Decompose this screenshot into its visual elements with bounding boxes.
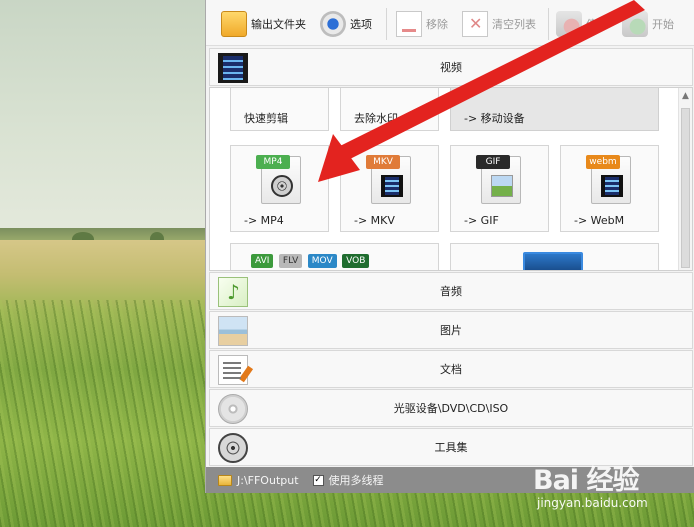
category-image-label: 图片 xyxy=(440,324,462,337)
category-disc-label: 光驱设备\DVD\CD\ISO xyxy=(393,402,509,415)
tile-remove-watermark[interactable]: 去除水印 xyxy=(340,88,439,131)
tile-remove-watermark-label: 去除水印 xyxy=(354,112,398,125)
category-tools-label: 工具集 xyxy=(434,441,468,454)
tile-multi-format[interactable]: AVI FLV MOV VOB xyxy=(230,243,439,270)
folder-icon xyxy=(221,11,247,37)
options-button[interactable]: 选项 xyxy=(320,9,372,39)
image-icon xyxy=(491,175,513,197)
format-factory-window: 输出文件夹 选项 移除 清空列表 停止 开始 视频 xyxy=(205,0,694,493)
mp4-badge: MP4 xyxy=(256,155,290,169)
start-button[interactable]: 开始 xyxy=(622,9,674,39)
toolbar-separator xyxy=(548,8,549,40)
category-document[interactable]: 文档 xyxy=(209,350,693,388)
tile-quick-clip[interactable]: 快速剪辑 xyxy=(230,88,329,131)
output-folder-icon[interactable] xyxy=(218,474,232,486)
monitor-icon xyxy=(523,252,583,270)
toolbar: 输出文件夹 选项 移除 清空列表 停止 开始 xyxy=(206,0,694,46)
film-icon xyxy=(218,53,248,83)
remove-button[interactable]: 移除 xyxy=(396,9,448,39)
category-audio-label: 音频 xyxy=(440,285,462,298)
watermark-url: jingyan.baidu.com xyxy=(537,496,648,510)
options-label: 选项 xyxy=(350,18,372,31)
tile-webm-label: -> WebM xyxy=(574,214,625,227)
baidu-jingyan-watermark: Bai 经验 jingyan.baidu.com xyxy=(533,458,693,518)
output-folder-button[interactable]: 输出文件夹 xyxy=(221,9,306,39)
clear-list-label: 清空列表 xyxy=(492,18,536,31)
clear-list-icon xyxy=(462,11,488,37)
stop-icon xyxy=(556,11,582,37)
remove-label: 移除 xyxy=(426,18,448,31)
tile-mobile-device-label: -> 移动设备 xyxy=(464,112,525,125)
mkv-file-icon: MKV xyxy=(366,155,411,204)
webm-file-icon: webm xyxy=(586,155,631,204)
tile-mp4-label: -> MP4 xyxy=(244,214,284,227)
tile-screen-record[interactable] xyxy=(450,243,659,270)
tile-gif-label: -> GIF xyxy=(464,214,499,227)
film-reel-icon xyxy=(218,433,248,463)
tile-mp4[interactable]: MP4 -> MP4 xyxy=(230,145,329,232)
output-path[interactable]: J:\FFOutput xyxy=(237,474,299,487)
flv-badge: FLV xyxy=(278,254,303,268)
disc-icon xyxy=(218,394,248,424)
scroll-thumb[interactable] xyxy=(681,108,690,268)
music-note-icon xyxy=(218,277,248,307)
category-audio[interactable]: 音频 xyxy=(209,272,693,310)
film-icon xyxy=(381,175,403,197)
toolbar-separator xyxy=(386,8,387,40)
category-video-label: 视频 xyxy=(440,61,462,74)
category-document-label: 文档 xyxy=(440,363,462,376)
stop-label: 停止 xyxy=(586,18,608,31)
format-badges: AVI FLV MOV VOB xyxy=(251,254,371,270)
webm-badge: webm xyxy=(586,155,620,169)
gif-badge: GIF xyxy=(476,155,510,169)
stop-button[interactable]: 停止 xyxy=(556,9,608,39)
tile-mobile-device[interactable]: -> 移动设备 xyxy=(450,88,659,131)
watermark-logo: Bai 经验 xyxy=(533,465,639,496)
video-panel-scrollbar[interactable]: ▲ xyxy=(678,88,692,270)
tile-mkv-label: -> MKV xyxy=(354,214,395,227)
mov-badge: MOV xyxy=(307,254,337,268)
video-format-panel: 快速剪辑 去除水印 -> 移动设备 MP4 -> MP4 MKV -> MKV xyxy=(209,87,693,271)
multithread-checkbox[interactable]: ✓ xyxy=(312,474,324,486)
category-image[interactable]: 图片 xyxy=(209,311,693,349)
start-icon xyxy=(622,11,648,37)
tile-webm[interactable]: webm -> WebM xyxy=(560,145,659,232)
mkv-badge: MKV xyxy=(366,155,400,169)
category-disc[interactable]: 光驱设备\DVD\CD\ISO xyxy=(209,389,693,427)
output-folder-label: 输出文件夹 xyxy=(251,18,306,31)
category-video[interactable]: 视频 xyxy=(209,48,693,86)
tile-gif[interactable]: GIF -> GIF xyxy=(450,145,549,232)
avi-badge: AVI xyxy=(251,254,274,268)
start-label: 开始 xyxy=(652,18,674,31)
tile-mkv[interactable]: MKV -> MKV xyxy=(340,145,439,232)
tile-quick-clip-label: 快速剪辑 xyxy=(244,112,288,125)
gear-icon xyxy=(320,11,346,37)
gif-file-icon: GIF xyxy=(476,155,521,204)
vob-badge: VOB xyxy=(342,254,370,268)
film-icon xyxy=(601,175,623,197)
scroll-up-icon[interactable]: ▲ xyxy=(680,90,691,102)
clear-list-button[interactable]: 清空列表 xyxy=(462,9,536,39)
mp4-file-icon: MP4 xyxy=(256,155,301,204)
document-pen-icon xyxy=(218,355,248,385)
multithread-label: 使用多线程 xyxy=(328,474,384,487)
reel-icon xyxy=(271,175,293,197)
remove-icon xyxy=(396,11,422,37)
picture-icon xyxy=(218,316,248,346)
